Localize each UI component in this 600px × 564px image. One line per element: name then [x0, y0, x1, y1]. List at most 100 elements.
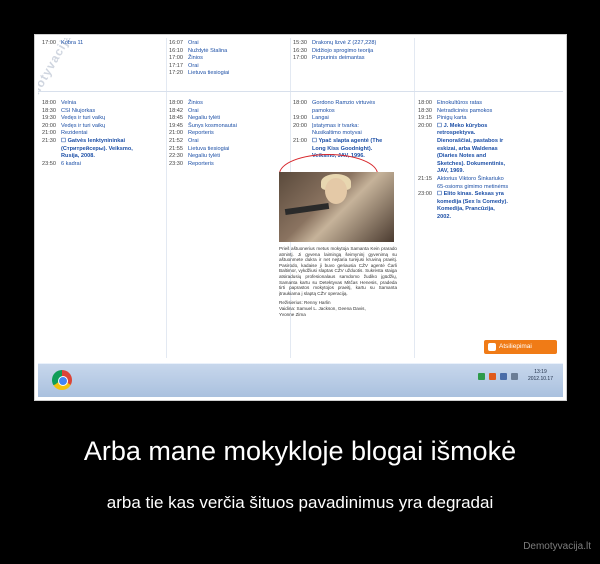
cast-continued: Yvonne Zima [279, 311, 306, 317]
schedule-row[interactable]: 21:55 Lietuva tiesiogiai [169, 146, 287, 154]
program-title: Rezidentai [61, 130, 88, 137]
program-time: 15:30 [293, 40, 307, 46]
program-time: 21:52 [169, 137, 183, 144]
schedule-row[interactable]: komedija (Sex Is Comedy). [418, 199, 558, 207]
program-time [293, 108, 312, 116]
schedule-row[interactable]: eskizai, arba Waldenas [418, 146, 558, 154]
screenshot-frame: Demotyvacija.lt 17:00 Kobra 11 16:07 Orai 1… [34, 34, 567, 401]
feedback-button[interactable]: Atsiliepimai [484, 340, 557, 354]
schedule-row[interactable]: 18:45 Negaliu tylėti [169, 115, 287, 123]
program-time [293, 146, 312, 154]
program-title: Vedęs ir turi vaikų [61, 115, 106, 122]
schedule-row[interactable]: 2002. [418, 214, 558, 222]
schedule-row[interactable]: 18:00 Gordono Ramzio virtuvės [293, 100, 411, 108]
system-clock[interactable]: 13:19 2012.10.17 [528, 369, 553, 383]
program-title: Long Kiss Goodnight). [312, 145, 373, 152]
tray-network-icon[interactable] [510, 372, 518, 380]
schedule-row[interactable]: (Стритрейсеры). Veiksmo, [42, 146, 162, 154]
schedule-row[interactable]: 17:00 Kobra 11 [42, 40, 162, 48]
schedule-row[interactable]: 17:20 Lietuva tiesiogiai [169, 70, 287, 78]
schedule-row[interactable]: Komedija, Prancūzija, [418, 206, 558, 214]
tray-flag-icon[interactable] [488, 372, 496, 380]
program-title: Velnia [61, 100, 77, 106]
schedule-row[interactable]: 21:00 ☐ Ypač slapta agentė (The [293, 138, 411, 146]
schedule-row[interactable]: 22:30 Negaliu tylėti [169, 153, 287, 161]
schedule-row[interactable]: 20:00 Vedęs ir turi vaikų [42, 123, 162, 131]
schedule-row[interactable]: 18:00 Žinios [169, 100, 287, 108]
schedule-row[interactable]: 17:17 Orai [169, 63, 287, 71]
program-title: ☐ Elito kinas. Seksas yra [437, 191, 504, 198]
program-title: Vedęs ir turi vaikų [61, 122, 106, 129]
schedule-row[interactable]: 21:00 Reporteris [169, 130, 287, 138]
program-time: 17:00 [169, 55, 183, 62]
schedule-row[interactable]: JAV, 1969. [418, 168, 558, 176]
schedule-row[interactable]: 18:30 Netradicinės pamokos [418, 108, 558, 116]
schedule-row[interactable]: Rusija, 2008. [42, 153, 162, 161]
schedule-row[interactable]: 21:30 ☐ Gatvės lenktynininkai [42, 138, 162, 146]
schedule-row[interactable]: Dienoraščiai, pastabos ir [418, 138, 558, 146]
tray-app-icon[interactable] [477, 372, 485, 380]
schedule-row[interactable]: pamokos [293, 108, 411, 116]
schedule-row[interactable]: 18:00 Etnokultūros ratas [418, 100, 558, 108]
schedule-row[interactable]: 20:00 ☐ J. Meko kūrybos [418, 123, 558, 131]
channel-2-evening: 18:00 Žinios 18:42 Orai 18:45 Negaliu tylėti 1… [169, 100, 287, 168]
program-time: 19:00 [293, 115, 307, 122]
system-tray: 13:19 2012.10.17 [477, 369, 553, 383]
schedule-row[interactable]: 23:00 ☐ Elito kinas. Seksas yra [418, 191, 558, 199]
schedule-row[interactable]: 23:50 6 kadrai [42, 161, 162, 169]
program-time [42, 153, 61, 161]
program-title: Lietuva tiesiogiai [188, 70, 230, 77]
chrome-icon[interactable] [52, 370, 72, 390]
program-time [293, 130, 312, 138]
program-time: 21:15 [418, 175, 432, 182]
schedule-row[interactable]: 19:00 Langai [293, 115, 411, 123]
schedule-row[interactable]: 17:00 Žinios [169, 55, 287, 63]
program-title: Negaliu tylėti [188, 115, 221, 122]
program-time: 23:00 [418, 191, 432, 198]
schedule-row[interactable]: 21:00 Rezidentai [42, 130, 162, 138]
tray-volume-icon[interactable] [499, 372, 507, 380]
program-title: Negaliu tylėti [188, 153, 221, 160]
channel-2-top: 16:07 Orai 16:10 Nuždytė Stalina 17:00 Žinios… [169, 40, 287, 78]
movie-description: Prieš aštuonerius metus mokytoja Samanta… [279, 246, 397, 296]
schedule-row[interactable]: Sketches). Dokumentinis, [418, 161, 558, 169]
schedule-row[interactable]: 21:15 Aktorius Viktoro Šinkariuko [418, 176, 558, 184]
program-time: 17:17 [169, 62, 183, 69]
schedule-row[interactable]: 17:00 Purpurinis deimantas [293, 55, 411, 63]
program-title: Orai [188, 40, 199, 46]
time-separator [38, 91, 563, 92]
schedule-row[interactable]: 19:15 Pinigų karta [418, 115, 558, 123]
schedule-row[interactable]: retrospektyva. [418, 130, 558, 138]
schedule-row[interactable]: 15:30 Drakonų lizvė Z (227,228) [293, 40, 411, 48]
schedule-row[interactable]: 16:07 Orai [169, 40, 287, 48]
program-time: 18:30 [42, 107, 56, 114]
program-title: Lietuva tiesiogiai [188, 145, 230, 152]
schedule-row[interactable]: (Diaries Notes and [418, 153, 558, 161]
demotivator-subline: arba tie kas verčia šituos pavadinimus y… [106, 493, 494, 512]
program-time: 21:30 [42, 137, 56, 144]
schedule-row[interactable]: 23:30 Reporteris [169, 161, 287, 169]
schedule-row[interactable]: 21:52 Orai [169, 138, 287, 146]
schedule-row[interactable]: 19:45 Šunys kosmonautai [169, 123, 287, 131]
program-title: Reporteris [188, 130, 214, 137]
schedule-row[interactable]: 16:10 Nuždytė Stalina [169, 48, 287, 56]
program-title: Rusija, 2008. [61, 153, 95, 160]
schedule-row[interactable]: Nusikaltimo motyvai [293, 130, 411, 138]
program-title: Komedija, Prancūzija, [437, 206, 495, 213]
schedule-row[interactable]: 19:30 Vedęs ir turi vaikų [42, 115, 162, 123]
program-title: eskizai, arba Waldenas [437, 145, 498, 152]
schedule-row[interactable]: 18:00 Velnia [42, 100, 162, 108]
schedule-row[interactable]: 18:42 Orai [169, 108, 287, 116]
program-title: Didžiojo sprogimo teorija [312, 47, 374, 54]
clock-time: 13:19 [534, 369, 547, 375]
program-title: retrospektyva. [437, 130, 476, 137]
schedule-row[interactable]: 65-osioms gimimo metinėms [418, 184, 558, 192]
program-time [418, 130, 437, 138]
program-title: Aktorius Viktoro Šinkariuko [437, 175, 504, 182]
schedule-row[interactable]: 20:00 Įstatymas ir tvarka: [293, 123, 411, 131]
schedule-row[interactable]: Long Kiss Goodnight). [293, 146, 411, 154]
schedule-row[interactable]: 16:30 Didžiojo sprogimo teorija [293, 48, 411, 56]
program-time: 21:00 [42, 130, 56, 137]
program-time [42, 146, 61, 154]
schedule-row[interactable]: 18:30 CSI Niujorkas [42, 108, 162, 116]
